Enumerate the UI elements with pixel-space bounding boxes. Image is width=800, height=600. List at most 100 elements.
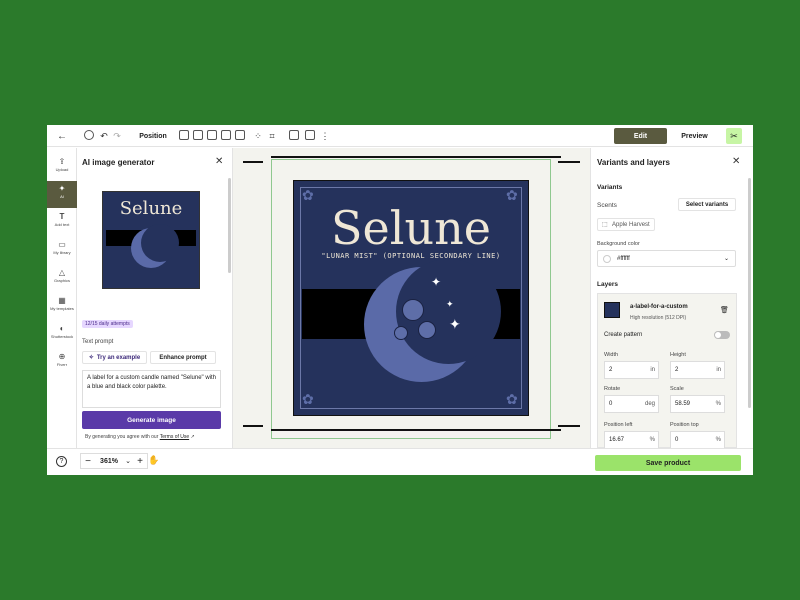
align-vertical-icon[interactable] xyxy=(193,130,203,140)
shutterstock-icon: ◐ xyxy=(59,324,65,333)
height-field[interactable]: 2 in xyxy=(670,361,725,379)
position-top-unit: % xyxy=(715,437,721,443)
rail-item-my-library[interactable]: ▭ My library xyxy=(47,237,77,264)
create-pattern-toggle[interactable] xyxy=(714,331,730,339)
templates-icon: ▦ xyxy=(58,296,66,305)
shapes-icon: △ xyxy=(58,268,66,277)
save-product-button[interactable]: Save product xyxy=(595,455,741,471)
rail-item-label: Fiverr xyxy=(56,362,68,367)
position-left-label: Position left xyxy=(604,422,633,428)
layer-name: a-label-for-a-custom xyxy=(630,304,688,310)
select-variants-button[interactable]: Select variants xyxy=(678,198,736,211)
thumbnail-title: Selune xyxy=(119,198,183,219)
position-top-field[interactable]: 0 % xyxy=(670,431,725,448)
rail-item-label: Add text xyxy=(54,222,70,227)
scent-chip-label: Apple Harvest xyxy=(612,222,650,228)
rail-item-fiverr[interactable]: ⊕ Fiverr xyxy=(47,349,77,376)
top-toolbar: ← ↶ ↷ Position ⁘ ⌗ ⋮ Edit Preview ✂ xyxy=(47,125,753,147)
rail-item-my-templates[interactable]: ▦ My templates xyxy=(47,293,77,320)
try-example-button[interactable]: ✧ Try an example xyxy=(82,351,147,364)
zoom-control: − 361% ⌄ + xyxy=(80,453,148,469)
prompt-textarea[interactable]: A label for a custom candle named "Selun… xyxy=(82,370,221,408)
cut-mark xyxy=(558,161,580,163)
rail-item-shutterstock[interactable]: ◐ Shutterstock xyxy=(47,321,77,348)
position-left-value: 16.67 xyxy=(609,437,625,443)
height-unit: in xyxy=(716,367,721,373)
preview-button[interactable]: Preview xyxy=(667,128,722,144)
redo-icon[interactable]: ↷ xyxy=(111,129,123,143)
pattern-icon[interactable]: ⁘ xyxy=(252,129,264,143)
delete-icon[interactable] xyxy=(305,130,315,140)
align-horizontal-icon[interactable] xyxy=(179,130,189,140)
rotate-field[interactable]: 0 deg xyxy=(604,395,659,413)
zoom-value[interactable]: 361% xyxy=(95,458,123,465)
panel-scrollbar[interactable] xyxy=(228,178,231,273)
info-icon[interactable] xyxy=(84,130,94,140)
scents-label: Scents xyxy=(597,202,617,209)
rail-item-label: My library xyxy=(53,250,71,255)
edit-button[interactable]: Edit xyxy=(614,128,667,144)
try-example-label: Try an example xyxy=(96,354,141,361)
chevron-down-icon[interactable]: ⌄ xyxy=(123,457,133,465)
layers-heading: Layers xyxy=(597,281,618,288)
generated-image-thumbnail[interactable]: Selune xyxy=(102,191,200,289)
star-icon: ✦ xyxy=(449,316,461,332)
trash-icon[interactable]: 🗑 xyxy=(720,306,729,314)
star-icon: ✦ xyxy=(446,299,454,309)
rotate-label: Rotate xyxy=(604,386,621,392)
upload-icon: ⇪ xyxy=(58,157,66,166)
stretch-icon[interactable] xyxy=(235,130,245,140)
crop-icon[interactable]: ⌗ xyxy=(266,129,278,143)
layer-card[interactable]: a-label-for-a-custom High resolution (51… xyxy=(597,293,737,448)
rail-item-ai[interactable]: ✦ AI xyxy=(47,181,77,208)
ai-generator-panel: AI image generator ✕ Selune 12/15 daily … xyxy=(77,148,233,448)
close-icon[interactable]: ✕ xyxy=(215,156,223,167)
flower-illustration xyxy=(394,326,408,340)
hand-tool-icon[interactable]: ✋ xyxy=(148,455,159,466)
rail-item-graphics[interactable]: △ Graphics xyxy=(47,265,77,292)
rail-item-label: My templates xyxy=(50,306,74,311)
fit-height-icon[interactable] xyxy=(221,130,231,140)
generate-image-button[interactable]: Generate image xyxy=(82,411,221,429)
cut-mark xyxy=(271,429,561,431)
bg-color-value: #ffffff xyxy=(617,255,630,262)
editor-app: ← ↶ ↷ Position ⁘ ⌗ ⋮ Edit Preview ✂ ⇪ Up… xyxy=(47,125,753,475)
enhance-prompt-button[interactable]: Enhance prompt xyxy=(150,351,216,364)
zoom-in-icon[interactable]: + xyxy=(133,456,147,467)
scale-field[interactable]: 58.59 % xyxy=(670,395,725,413)
more-icon[interactable]: ⋮ xyxy=(320,129,330,143)
zoom-out-icon[interactable]: − xyxy=(81,456,95,467)
tools-icon[interactable]: ✂ xyxy=(726,128,742,144)
terms-link[interactable]: Terms of Use xyxy=(160,434,189,440)
panel-title: Variants and layers xyxy=(597,158,670,167)
fit-width-icon[interactable] xyxy=(207,130,217,140)
sparkle-icon: ✧ xyxy=(88,355,94,361)
back-arrow-icon[interactable]: ← xyxy=(55,129,69,143)
label-title: Selune xyxy=(331,201,491,255)
star-icon: ✦ xyxy=(431,275,442,289)
attempts-badge: 12/15 daily attempts xyxy=(82,320,133,328)
help-icon[interactable]: ? xyxy=(56,456,67,467)
panel-scrollbar[interactable] xyxy=(748,178,751,408)
duplicate-icon[interactable] xyxy=(289,130,299,140)
undo-icon[interactable]: ↶ xyxy=(98,129,110,143)
cut-mark xyxy=(558,425,580,427)
close-icon[interactable]: ✕ xyxy=(732,156,740,167)
rail-item-add-text[interactable]: T Add text xyxy=(47,209,77,236)
width-field[interactable]: 2 in xyxy=(604,361,659,379)
candle-label-artwork[interactable]: ✦ ✦ ✦ ✿ ✿ ✿ ✿ Selune "LUNAR MIST" (OPTIO… xyxy=(293,180,529,416)
rail-item-label: Shutterstock xyxy=(50,334,74,339)
position-top-label: Position top xyxy=(670,422,699,428)
fiverr-icon: ⊕ xyxy=(58,352,66,361)
rail-item-upload[interactable]: ⇪ Upload xyxy=(47,154,77,181)
rail-item-label: Upload xyxy=(55,167,69,172)
scent-chip[interactable]: ⬚ Apple Harvest xyxy=(597,218,655,231)
rail-item-label: Graphics xyxy=(53,278,70,283)
bg-color-label: Background color xyxy=(597,241,640,247)
position-button[interactable]: Position xyxy=(134,129,172,143)
design-canvas[interactable]: ✦ ✦ ✦ ✿ ✿ ✿ ✿ Selune "LUNAR MIST" (OPTIO… xyxy=(233,148,590,448)
background-color-select[interactable]: #ffffff ⌄ xyxy=(597,250,736,267)
position-left-field[interactable]: 16.67 % xyxy=(604,431,659,448)
panel-title: AI image generator xyxy=(82,158,155,167)
dashed-box-icon: ⬚ xyxy=(602,222,608,228)
